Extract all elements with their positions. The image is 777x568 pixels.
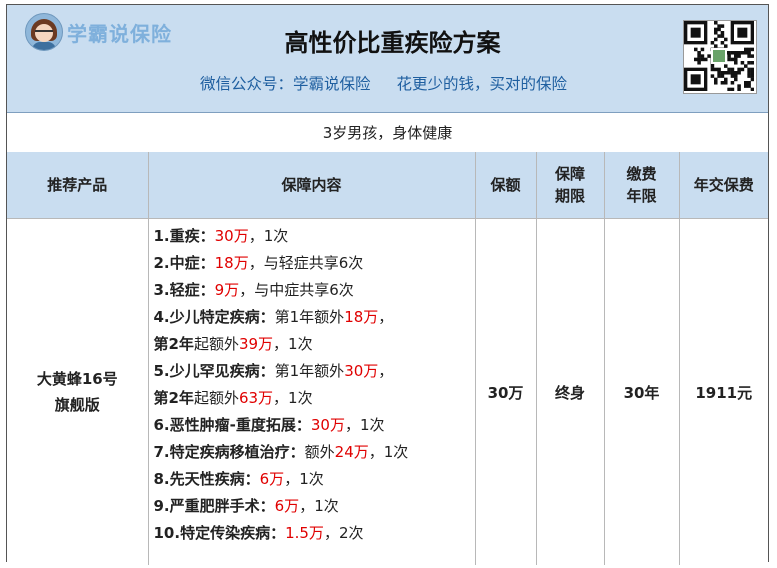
coverage-item: 6.恶性肿瘤-重度拓展：30万，1次 <box>154 412 475 439</box>
header-term: 保障 期限 <box>536 152 605 219</box>
coverage-value: 9万 <box>214 281 240 299</box>
coverage-item: 第2年起额外63万，1次 <box>154 385 475 412</box>
coverage-label: 第2年 <box>153 335 194 353</box>
header-payment: 缴费 年限 <box>604 152 680 219</box>
coverage-prefix: 起额外 <box>193 335 239 353</box>
product-name-line1: 大黄蜂16号 <box>36 370 118 388</box>
slogan: 花更少的钱，买对的保险 <box>396 75 568 93</box>
header-premium: 年交保费 <box>679 152 768 219</box>
coverage-value: 30万 <box>310 416 345 434</box>
coverage-detail: ，1次 <box>273 335 313 353</box>
header-payment-line1: 缴费 <box>626 165 657 183</box>
coverage-label: 6.恶性肿瘤-重度拓展： <box>153 416 311 434</box>
coverage-detail: ，1次 <box>284 470 324 488</box>
coverage-prefix: 第1年额外 <box>274 362 345 380</box>
cell-coverage: 1.重疾：30万，1次 2.中症：18万，与轻症共享6次 3.轻症：9万，与中症共享… <box>148 218 476 565</box>
cell-amount: 30万 <box>475 218 537 565</box>
header-term-line2: 期限 <box>554 187 585 205</box>
coverage-item: 5.少儿罕见疾病：第1年额外30万， <box>154 358 475 385</box>
coverage-value: 6万 <box>274 497 300 515</box>
coverage-item: 3.轻症：9万，与中症共享6次 <box>154 277 475 304</box>
page-title: 高性价比重疾险方案 <box>284 29 501 57</box>
plan-table: 推荐产品 保障内容 保额 保障期限 缴费年限 年交保费 大黄蜂16号 旗舰版 1… <box>7 152 768 565</box>
customer-profile: 3岁男孩，身体健康 <box>7 112 768 153</box>
coverage-detail: ，1次 <box>299 497 339 515</box>
header-payment-line2: 年限 <box>626 187 657 205</box>
coverage-detail: ，与轻症共享6次 <box>248 254 364 272</box>
coverage-value: 30万 <box>214 227 249 245</box>
product-name-line2: 旗舰版 <box>54 396 100 414</box>
coverage-label: 8.先天性疾病： <box>153 470 260 488</box>
coverage-label: 10.特定传染疾病： <box>153 524 286 542</box>
coverage-label: 9.严重肥胖手术： <box>153 497 275 515</box>
cell-payment: 30年 <box>604 218 680 565</box>
cell-premium: 1911元 <box>679 218 768 565</box>
coverage-label: 1.重疾： <box>153 227 215 245</box>
table-header-row: 推荐产品 保障内容 保额 保障期限 缴费年限 年交保费 <box>7 152 768 219</box>
coverage-prefix: 第1年额外 <box>274 308 345 326</box>
coverage-detail: ， <box>378 362 394 380</box>
header-amount: 保额 <box>475 152 537 219</box>
coverage-value: 39万 <box>238 335 274 353</box>
coverage-value: 24万 <box>334 443 369 461</box>
coverage-detail: ， <box>378 308 394 326</box>
coverage-label: 5.少儿罕见疾病： <box>153 362 275 380</box>
qr-code-icon <box>683 20 757 94</box>
coverage-label: 第2年 <box>153 389 194 407</box>
coverage-label: 3.轻症： <box>153 281 215 299</box>
header-product: 推荐产品 <box>7 152 149 219</box>
coverage-item: 2.中症：18万，与轻症共享6次 <box>154 250 475 277</box>
coverage-detail: ，2次 <box>323 524 364 542</box>
coverage-value: 18万 <box>214 254 249 272</box>
coverage-label: 4.少儿特定疾病： <box>153 308 275 326</box>
coverage-prefix: 额外 <box>304 443 335 461</box>
coverage-item: 10.特定传染疾病：1.5万，2次 <box>154 520 475 547</box>
coverage-value: 30万 <box>344 362 379 380</box>
coverage-label: 2.中症： <box>153 254 215 272</box>
wechat-account: 微信公众号：学霸说保险 <box>200 75 371 93</box>
header-term-line1: 保障 <box>554 165 585 183</box>
coverage-detail: ，1次 <box>344 416 385 434</box>
cell-term: 终身 <box>536 218 605 565</box>
coverage-item: 8.先天性疾病：6万，1次 <box>154 466 475 493</box>
header-coverage: 保障内容 <box>148 152 476 219</box>
coverage-item: 7.特定疾病移植治疗：额外24万，1次 <box>154 439 475 466</box>
coverage-detail: ，与中症共享6次 <box>239 281 354 299</box>
coverage-item: 第2年起额外39万，1次 <box>154 331 475 358</box>
table-row: 大黄蜂16号 旗舰版 1.重疾：30万，1次 2.中症：18万，与轻症共享6次 3.… <box>7 218 768 565</box>
insurance-plan-sheet: 学霸说保险 高性价比重疾险方案 微信公众号：学霸说保险 花更少的钱，买对的保险 3… <box>6 4 769 565</box>
coverage-value: 18万 <box>344 308 379 326</box>
coverage-detail: ，1次 <box>368 443 409 461</box>
coverage-item: 4.少儿特定疾病：第1年额外18万， <box>154 304 475 331</box>
coverage-detail: ，1次 <box>273 389 313 407</box>
cell-product: 大黄蜂16号 旗舰版 <box>7 218 149 565</box>
coverage-prefix: 起额外 <box>193 389 239 407</box>
coverage-value: 63万 <box>238 389 274 407</box>
coverage-value: 1.5万 <box>285 524 324 542</box>
coverage-item: 9.严重肥胖手术：6万，1次 <box>154 493 475 520</box>
coverage-value: 6万 <box>259 470 285 488</box>
subtitle: 微信公众号：学霸说保险 花更少的钱，买对的保险 <box>200 72 567 94</box>
coverage-label: 7.特定疾病移植治疗： <box>153 443 305 461</box>
header-banner: 学霸说保险 高性价比重疾险方案 微信公众号：学霸说保险 花更少的钱，买对的保险 <box>7 5 768 113</box>
coverage-detail: ，1次 <box>248 227 289 245</box>
coverage-item: 1.重疾：30万，1次 <box>154 223 475 250</box>
